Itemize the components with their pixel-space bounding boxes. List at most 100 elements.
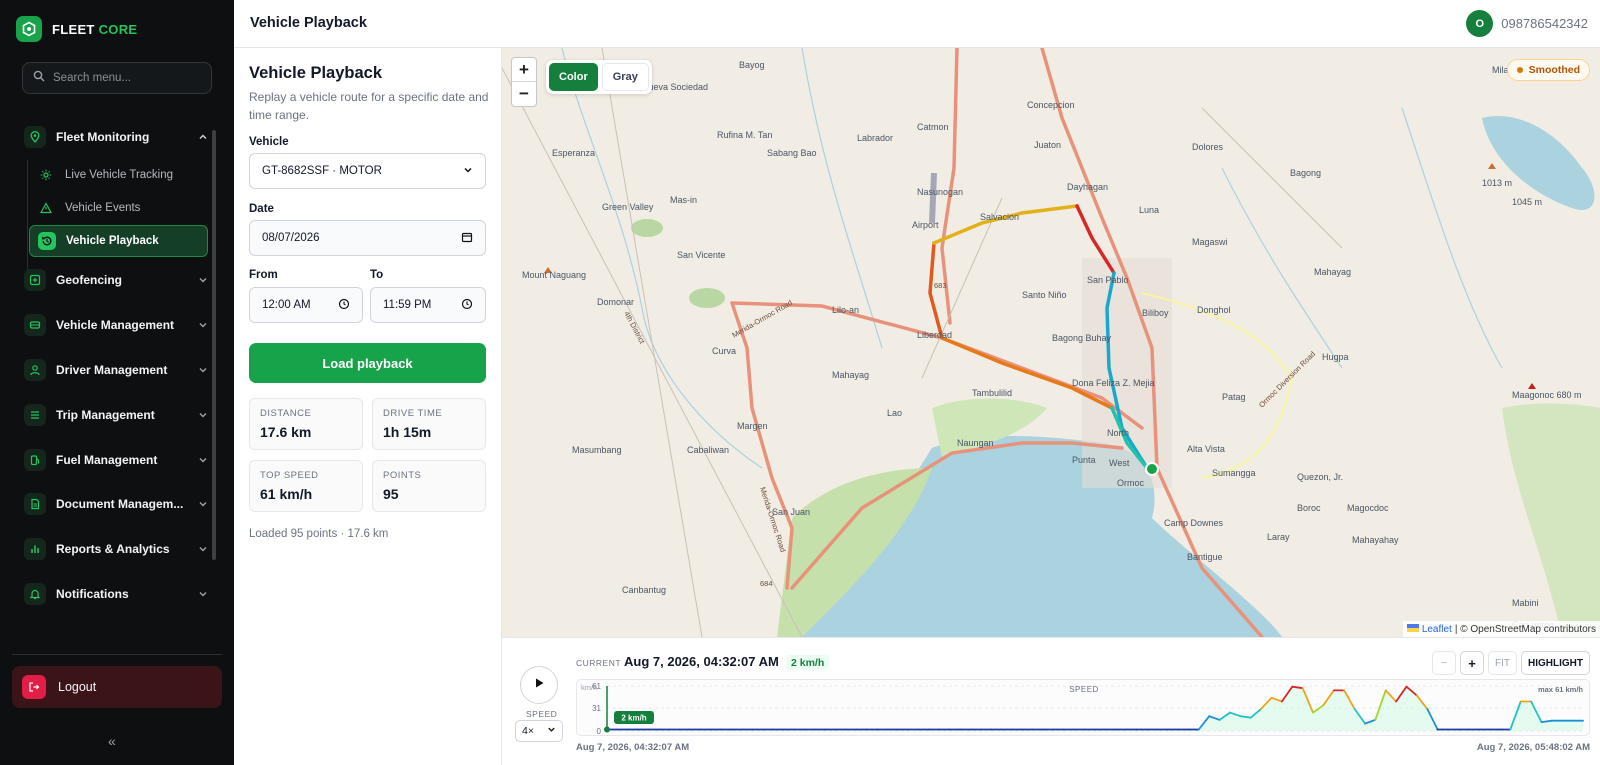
playhead-dot bbox=[604, 726, 610, 733]
playback-controls: SPEED 4× CURRENT Aug 7, 2026, 04:32:07 A… bbox=[502, 637, 1600, 765]
map-place-label: Mahayag bbox=[832, 370, 869, 380]
panel-title: Vehicle Playback bbox=[249, 64, 383, 82]
smoothed-badge-label: Smoothed bbox=[1528, 64, 1580, 76]
user-menu[interactable]: O 098786542342 bbox=[1466, 10, 1588, 37]
chevron-down-icon bbox=[196, 275, 210, 285]
nav-group-vehicle-management[interactable]: Vehicle Management bbox=[20, 308, 210, 342]
chart-highlight-button[interactable]: HIGHLIGHT bbox=[1521, 651, 1590, 675]
zoom-in-button[interactable]: + bbox=[512, 58, 536, 82]
nav-group-label: Geofencing bbox=[56, 273, 123, 287]
bell-icon bbox=[24, 583, 46, 605]
sidebar-scrollbar[interactable] bbox=[212, 130, 216, 560]
sidebar-item-label: Live Vehicle Tracking bbox=[65, 169, 174, 181]
vehicle-select[interactable]: GT-8682SSF · MOTOR bbox=[249, 153, 486, 189]
nav-group-driver-management[interactable]: Driver Management bbox=[20, 353, 210, 387]
map-place-label: Airport bbox=[912, 220, 939, 230]
map-place-label: North bbox=[1107, 428, 1129, 438]
geofence-icon bbox=[24, 269, 46, 291]
map-place-label: Boroc bbox=[1297, 503, 1321, 513]
leaflet-link[interactable]: Leaflet bbox=[1422, 624, 1452, 635]
map-place-label: Quezon, Jr. bbox=[1297, 472, 1343, 482]
search-input[interactable] bbox=[53, 72, 203, 84]
map-place-label: Masumbang bbox=[572, 445, 622, 455]
nav-group-trip-management[interactable]: Trip Management bbox=[20, 398, 210, 432]
speed-chart[interactable]: 0 31 61 km/h SPEED max 61 km/h 2 km/h bbox=[576, 679, 1590, 736]
from-time-input[interactable]: 12:00 AM bbox=[249, 287, 363, 323]
map-place-label: Green Valley bbox=[602, 202, 654, 212]
nav-group-geofencing[interactable]: Geofencing bbox=[20, 263, 210, 297]
chevron-down-icon bbox=[196, 455, 210, 465]
map-place-label: Catmon bbox=[917, 122, 949, 132]
brand[interactable]: FLEET CORE bbox=[16, 16, 137, 42]
clock-icon bbox=[461, 298, 473, 313]
collapse-sidebar-icon[interactable]: « bbox=[108, 733, 116, 749]
map-place-label: Lao bbox=[887, 408, 902, 418]
map-style-color-button[interactable]: Color bbox=[549, 63, 598, 91]
nav-group-fleet-monitoring[interactable]: Fleet Monitoring bbox=[20, 120, 210, 154]
nav-group-notifications[interactable]: Notifications bbox=[20, 577, 210, 611]
speed-chart-canvas: 03161km/h SPEED max 61 km/h2 km/h bbox=[581, 682, 1584, 736]
map-road-label: 683 bbox=[934, 281, 947, 290]
search-icon bbox=[33, 69, 45, 87]
document-icon bbox=[24, 493, 46, 515]
date-input[interactable]: 08/07/2026 bbox=[249, 220, 486, 256]
nav-group-label: Reports & Analytics bbox=[56, 542, 170, 556]
map-place-label: San Juan bbox=[772, 507, 810, 517]
stat-value: 1h 15m bbox=[383, 424, 432, 440]
submenu-divider bbox=[27, 160, 28, 276]
chart-fit-button[interactable]: FIT bbox=[1488, 651, 1517, 675]
map-place-label: Bagong Buhay bbox=[1052, 333, 1112, 343]
zoom-out-button[interactable]: − bbox=[512, 82, 536, 106]
map-place-label: 1013 m bbox=[1482, 178, 1512, 188]
stat-label: DRIVE TIME bbox=[383, 408, 443, 419]
map-place-label: Donghol bbox=[1197, 305, 1231, 315]
chart-zoom-in-button[interactable]: + bbox=[1460, 651, 1484, 675]
cursor-speed-label: 2 km/h bbox=[621, 714, 646, 723]
to-time-value: 11:59 PM bbox=[383, 299, 432, 311]
map-place-label: West bbox=[1109, 458, 1130, 468]
play-button[interactable] bbox=[520, 666, 558, 704]
map-place-label: Nueva Sociedad bbox=[642, 82, 708, 92]
map-place-label: Curva bbox=[712, 346, 736, 356]
current-label: CURRENT bbox=[576, 658, 622, 668]
to-time-input[interactable]: 11:59 PM bbox=[370, 287, 486, 323]
sidebar-item-vehicle-playback[interactable]: Vehicle Playback bbox=[29, 225, 208, 257]
map-style-gray-button[interactable]: Gray bbox=[601, 63, 649, 91]
map-place-label: Liberdad bbox=[917, 330, 952, 340]
map-view[interactable]: BayogMilagroNueva SociedadConcepcionRufi… bbox=[502, 48, 1600, 637]
y-tick-label: 0 bbox=[597, 727, 602, 736]
logout-button[interactable]: Logout bbox=[12, 666, 222, 708]
sidebar-search bbox=[22, 62, 212, 94]
chevron-down-icon bbox=[463, 165, 473, 178]
map-place-label: Luna bbox=[1139, 205, 1159, 215]
sidebar-item-live-vehicle-tracking[interactable]: Live Vehicle Tracking bbox=[29, 159, 208, 191]
brand-name: FLEET CORE bbox=[52, 22, 137, 37]
sidebar: FLEET CORE Fleet Monitoring Live Vehicle… bbox=[0, 0, 234, 765]
chevron-up-icon bbox=[196, 132, 210, 142]
chevron-down-icon bbox=[196, 320, 210, 330]
chart-zoom-out-button[interactable]: − bbox=[1432, 651, 1456, 675]
nav-group-fuel-management[interactable]: Fuel Management bbox=[20, 443, 210, 477]
playback-form-panel: Vehicle Playback Replay a vehicle route … bbox=[234, 48, 502, 765]
map-canvas: BayogMilagroNueva SociedadConcepcionRufi… bbox=[502, 48, 1600, 637]
map-place-label: Bagong bbox=[1290, 168, 1321, 178]
y-axis-label: km/h bbox=[581, 683, 597, 692]
play-icon bbox=[533, 676, 545, 694]
avatar: O bbox=[1466, 10, 1494, 37]
playback-speed-select[interactable]: 4× bbox=[515, 720, 563, 742]
from-label: From bbox=[249, 269, 278, 281]
map-place-label: Labrador bbox=[857, 133, 893, 143]
map-place-label: Biliboy bbox=[1142, 308, 1169, 318]
chevron-down-icon bbox=[196, 544, 210, 554]
nav-group-label: Notifications bbox=[56, 587, 129, 601]
map-place-label: Mount Naguang bbox=[522, 270, 586, 280]
load-playback-button[interactable]: Load playback bbox=[249, 343, 486, 383]
playback-speed-label: SPEED bbox=[526, 709, 558, 719]
nav-group-reports-analytics[interactable]: Reports & Analytics bbox=[20, 532, 210, 566]
vehicle-position-marker[interactable] bbox=[1145, 462, 1159, 476]
nav-group-document-management[interactable]: Document Managem... bbox=[20, 487, 210, 521]
to-label: To bbox=[370, 269, 384, 281]
map-place-label: Magaswi bbox=[1192, 237, 1228, 247]
sidebar-item-vehicle-events[interactable]: Vehicle Events bbox=[29, 192, 208, 224]
nav-group-label: Fleet Monitoring bbox=[56, 130, 150, 144]
